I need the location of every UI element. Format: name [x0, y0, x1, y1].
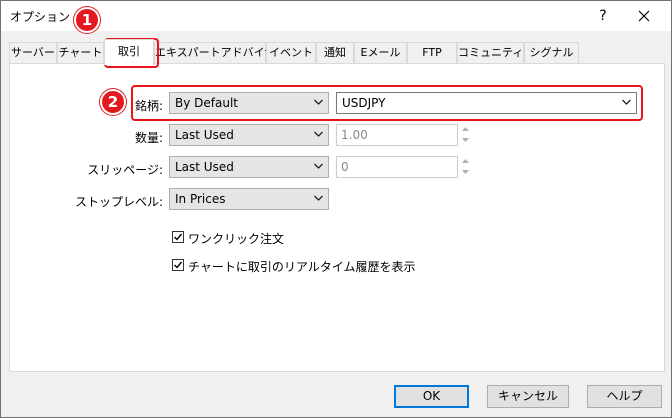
- stop-level-select[interactable]: In Prices: [169, 188, 329, 210]
- spin-up-button[interactable]: [459, 156, 472, 167]
- tab-expert-advisors[interactable]: エキスパートアドバイザ: [154, 42, 276, 64]
- help-button[interactable]: ヘルプ: [587, 385, 662, 408]
- one-click-label[interactable]: ワンクリック注文: [188, 230, 284, 247]
- spin-down-button[interactable]: [459, 135, 472, 146]
- volume-input[interactable]: 1.00: [336, 124, 458, 146]
- checkmark-icon: [174, 233, 183, 241]
- volume-mode-select[interactable]: Last Used: [169, 124, 329, 146]
- tab-ftp[interactable]: FTP: [407, 42, 457, 64]
- volume-label: 数量:: [134, 131, 163, 145]
- slippage-mode-select[interactable]: Last Used: [169, 156, 329, 178]
- slippage-input[interactable]: 0: [336, 156, 458, 178]
- one-click-checkbox[interactable]: [172, 231, 184, 243]
- tab-signals[interactable]: シグナル: [524, 42, 579, 64]
- tab-server[interactable]: サーバー: [9, 42, 57, 64]
- spin-down-icon: [462, 138, 469, 142]
- options-dialog: オプション ? サーバー チャート 取引 エキスパートアドバイザ イベント 通知…: [0, 0, 672, 418]
- title-bar: オプション ?: [1, 1, 671, 31]
- stop-level-value: In Prices: [175, 192, 226, 206]
- slippage-label: スリッページ:: [87, 163, 163, 177]
- spin-up-button[interactable]: [459, 124, 472, 135]
- close-button[interactable]: [633, 5, 655, 27]
- cancel-button[interactable]: キャンセル: [487, 385, 569, 408]
- volume-mode-value: Last Used: [175, 128, 234, 142]
- spin-up-icon: [462, 159, 469, 163]
- help-title-button[interactable]: ?: [593, 5, 613, 27]
- chevron-down-icon: [314, 195, 323, 201]
- tab-community[interactable]: コミュニティー: [457, 42, 534, 64]
- badge-1: 1: [74, 7, 100, 33]
- slippage-stepper[interactable]: [459, 156, 472, 178]
- tab-email[interactable]: Eメール: [354, 42, 407, 64]
- checkmark-icon: [174, 261, 183, 269]
- show-history-checkbox[interactable]: [172, 259, 184, 271]
- show-history-label[interactable]: チャートに取引のリアルタイム履歴を表示: [188, 258, 416, 275]
- stop-level-label: ストップレベル:: [74, 195, 163, 209]
- highlight-symbol-row: [131, 85, 643, 121]
- spin-down-icon: [462, 170, 469, 174]
- close-icon: [638, 10, 650, 22]
- window-title: オプション: [10, 10, 71, 24]
- volume-stepper[interactable]: [459, 124, 472, 146]
- tab-notifications[interactable]: 通知: [316, 42, 354, 64]
- chevron-down-icon: [314, 131, 323, 137]
- spin-up-icon: [462, 127, 469, 131]
- tab-trade[interactable]: 取引: [104, 39, 154, 65]
- chevron-down-icon: [314, 163, 323, 169]
- tab-chart[interactable]: チャート: [57, 42, 104, 64]
- badge-2: 2: [100, 89, 126, 115]
- spin-down-button[interactable]: [459, 167, 472, 178]
- ok-button[interactable]: OK: [394, 385, 469, 408]
- tab-events[interactable]: イベント: [266, 42, 316, 64]
- slippage-mode-value: Last Used: [175, 160, 234, 174]
